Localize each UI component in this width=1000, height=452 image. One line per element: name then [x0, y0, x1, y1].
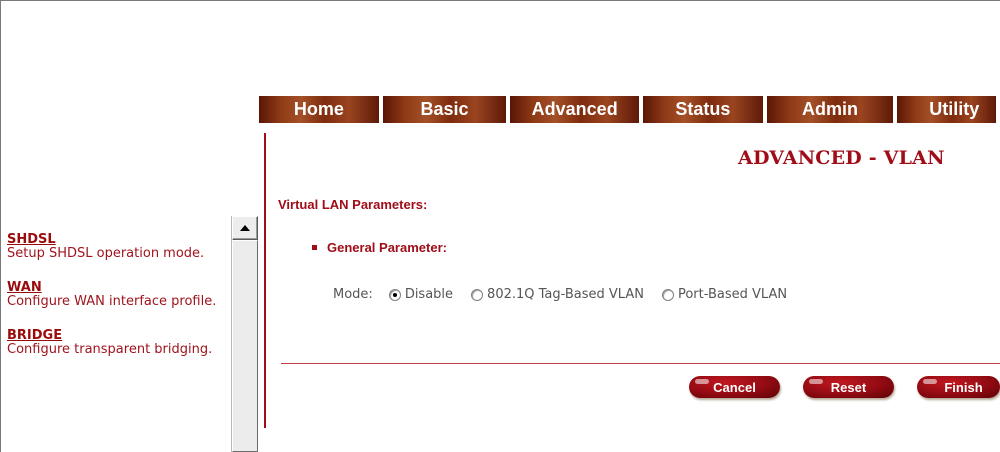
sub-section-label: General Parameter:	[327, 240, 447, 255]
sidebar-item-shdsl: SHDSL Setup SHDSL operation mode.	[7, 233, 229, 261]
mode-option-disable[interactable]: Disable	[388, 287, 454, 302]
bullet-icon	[312, 245, 317, 250]
reset-button-label: Reset	[830, 379, 867, 395]
nav-tab-admin[interactable]: Admin	[766, 96, 894, 123]
nav-tab-basic[interactable]: Basic	[382, 96, 507, 123]
radio-tag-based[interactable]	[471, 288, 484, 301]
sub-section-title: General Parameter:	[312, 240, 447, 255]
sidebar-link-bridge[interactable]: BRIDGE	[7, 329, 229, 343]
page-title: ADVANCED - VLAN	[738, 147, 945, 169]
finish-button-label: Finish	[944, 379, 983, 395]
sidebar-item-bridge: BRIDGE Configure transparent bridging.	[7, 329, 229, 357]
mode-option-label: Disable	[404, 287, 454, 302]
sidebar-scrollbar[interactable]	[231, 216, 258, 452]
mode-option-port-based[interactable]: Port-Based VLAN	[661, 287, 788, 302]
nav-tab-utility[interactable]: Utility	[897, 96, 997, 123]
nav-tab-home[interactable]: Home	[259, 96, 379, 123]
finish-button[interactable]: Finish	[917, 376, 1000, 398]
sidebar-desc-shdsl: Setup SHDSL operation mode.	[7, 246, 205, 261]
reset-button[interactable]: Reset	[803, 376, 894, 398]
scroll-up-arrow-icon[interactable]	[232, 216, 258, 240]
section-title: Virtual LAN Parameters:	[278, 197, 428, 212]
radio-port-based[interactable]	[661, 288, 674, 301]
sidebar-desc-bridge: Configure transparent bridging.	[7, 342, 213, 357]
sidebar: SHDSL Setup SHDSL operation mode. WAN Co…	[7, 216, 229, 452]
mode-option-tag-based[interactable]: 802.1Q Tag-Based VLAN	[471, 287, 644, 302]
content-divider	[264, 133, 266, 428]
mode-option-label: Port-Based VLAN	[677, 287, 788, 302]
radio-disable[interactable]	[388, 288, 401, 301]
form-separator	[281, 363, 1000, 364]
scroll-thumb[interactable]	[232, 240, 258, 452]
sidebar-item-wan: WAN Configure WAN interface profile.	[7, 281, 229, 309]
top-nav-bar: Home Basic Advanced Status Admin Utility	[259, 96, 1000, 123]
mode-option-label: 802.1Q Tag-Based VLAN	[487, 287, 644, 302]
nav-tab-status[interactable]: Status	[642, 96, 763, 123]
mode-radio-group: Mode: Disable 802.1Q Tag-Based VLAN Port…	[333, 287, 805, 302]
nav-tab-advanced[interactable]: Advanced	[510, 96, 639, 123]
cancel-button[interactable]: Cancel	[689, 376, 780, 398]
sidebar-link-wan[interactable]: WAN	[7, 281, 229, 295]
sidebar-link-shdsl[interactable]: SHDSL	[7, 233, 229, 247]
sidebar-desc-wan: Configure WAN interface profile.	[7, 294, 217, 309]
mode-label: Mode:	[333, 287, 373, 302]
cancel-button-label: Cancel	[713, 379, 756, 395]
